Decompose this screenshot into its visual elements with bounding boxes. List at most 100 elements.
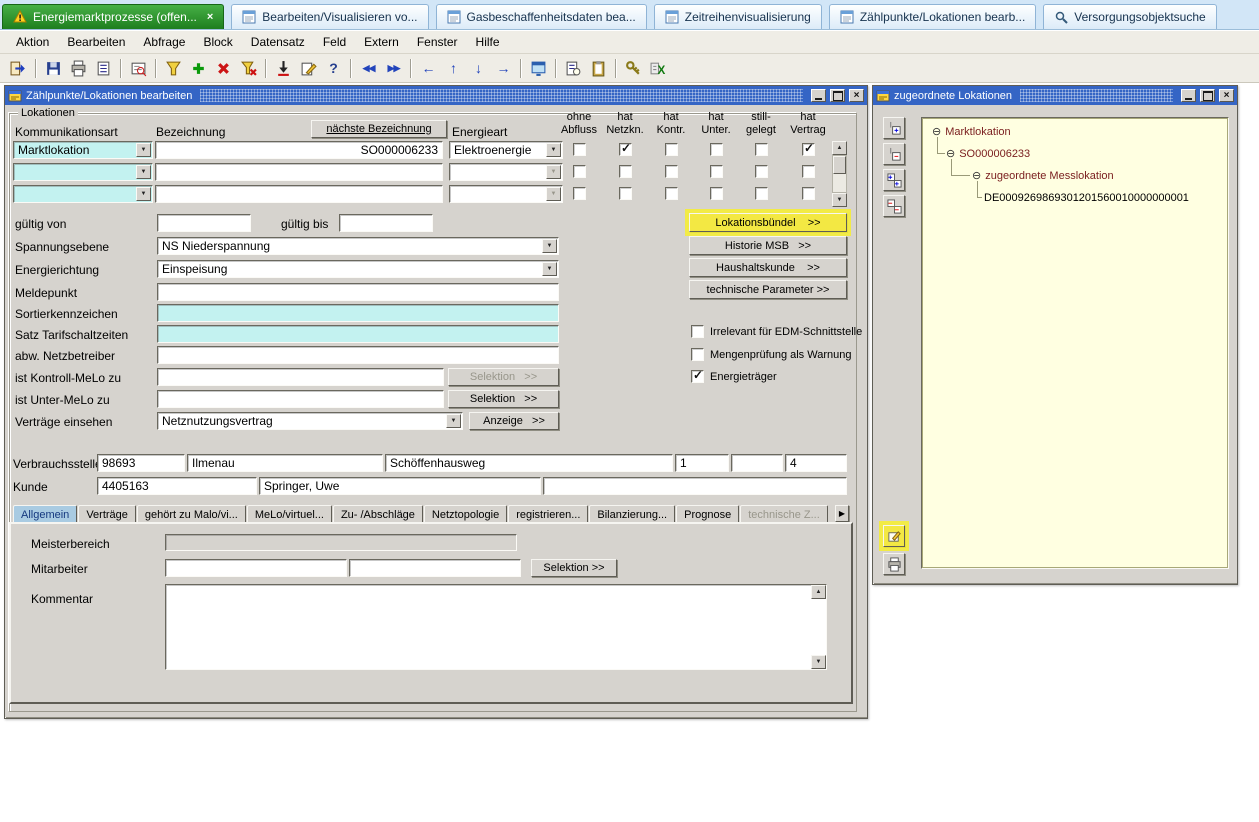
verbrauchsstelle-hausnr2-field[interactable]: 4: [785, 454, 847, 472]
satz-tarifschaltzeiten-field[interactable]: [157, 325, 559, 343]
anzeige-button[interactable]: Anzeige >>: [469, 412, 559, 430]
previous-item-button[interactable]: ←: [416, 57, 441, 80]
kunde-name-field[interactable]: Springer, Uwe: [259, 477, 541, 495]
menu-fenster[interactable]: Fenster: [409, 33, 466, 51]
app-tab-energiemarktprozesse[interactable]: Energiemarktprozesse (offen... ×: [2, 4, 224, 29]
tree-node-marktlokation[interactable]: ⊖Marktlokation: [932, 126, 1011, 138]
verbrauchsstelle-plz-field[interactable]: 98693: [97, 454, 185, 472]
chevron-down-icon[interactable]: ▼: [546, 165, 561, 179]
kommunikationsart-select-row3[interactable]: ▼: [13, 185, 153, 203]
checkbox-mengenpruefung[interactable]: [691, 348, 704, 361]
menu-datensatz[interactable]: Datensatz: [243, 33, 313, 51]
checkbox-hat-netzkn-row2[interactable]: [619, 165, 632, 178]
menu-feld[interactable]: Feld: [315, 33, 354, 51]
energieart-select-row1[interactable]: Elektroenergie▼: [449, 141, 563, 159]
chevron-down-icon[interactable]: ▼: [546, 187, 561, 201]
chevron-down-icon[interactable]: ▼: [136, 187, 151, 201]
meldepunkt-field[interactable]: [157, 283, 559, 301]
excel-export-button[interactable]: X: [646, 57, 671, 80]
scroll-up-button[interactable]: ▲: [832, 141, 847, 155]
kommunikationsart-select-row2[interactable]: ▼: [13, 163, 153, 181]
checkbox-stillgelegt-row1[interactable]: [755, 143, 768, 156]
chevron-down-icon[interactable]: ▼: [136, 165, 151, 179]
tree-node-so000006233[interactable]: ⊖SO000006233: [946, 148, 1030, 160]
print-button[interactable]: [66, 57, 91, 80]
execute-query-button[interactable]: [271, 57, 296, 80]
main-window-titlebar[interactable]: Zählpunkte/Lokationen bearbeiten ×: [5, 86, 867, 105]
historie-msb-button[interactable]: Historie MSB >>: [689, 236, 847, 255]
menu-abfrage[interactable]: Abfrage: [135, 33, 193, 51]
checkbox-stillgelegt-row2[interactable]: [755, 165, 768, 178]
energierichtung-select[interactable]: Einspeisung▼: [157, 260, 559, 278]
checkbox-hat-netzkn-row3[interactable]: [619, 187, 632, 200]
menu-hilfe[interactable]: Hilfe: [468, 33, 508, 51]
mitarbeiter-field-2[interactable]: [349, 559, 521, 577]
close-icon[interactable]: ×: [207, 11, 213, 23]
list-button[interactable]: [91, 57, 116, 80]
mitarbeiter-field-1[interactable]: [165, 559, 347, 577]
node-collapse-icon[interactable]: ⊖: [946, 149, 955, 160]
checkbox-ohne-abfluss-row2[interactable]: [573, 165, 586, 178]
tab-zu-abschlaege[interactable]: Zu- /Abschläge: [333, 505, 423, 523]
checkbox-hat-vertrag-row3[interactable]: [802, 187, 815, 200]
mitarbeiter-selektion-button[interactable]: Selektion >>: [531, 559, 617, 577]
kunde-nummer-field[interactable]: 4405163: [97, 477, 257, 495]
abw-netzbetreiber-field[interactable]: [157, 346, 559, 364]
checkbox-hat-kontr-row2[interactable]: [665, 165, 678, 178]
lokationsbuendel-button[interactable]: Lokationsbündel >>: [689, 213, 847, 232]
expand-branch-button[interactable]: [883, 117, 905, 139]
verbrauchsstelle-strasse-field[interactable]: Schöffenhausweg: [385, 454, 673, 472]
gueltig-von-field[interactable]: [157, 214, 251, 232]
app-tab-bearbeiten-visualisieren[interactable]: Bearbeiten/Visualisieren vo...: [231, 4, 428, 29]
close-button[interactable]: ×: [1219, 89, 1234, 102]
kommentar-scroll-up-button[interactable]: ▲: [811, 585, 826, 599]
scrollbar-thumb[interactable]: [833, 156, 846, 174]
tree-node-messlokation-id[interactable]: DE0009269869301201560010000000001: [984, 192, 1189, 204]
verbrauchsstelle-ort-field[interactable]: Ilmenau: [187, 454, 383, 472]
window-list-button[interactable]: [526, 57, 551, 80]
checkbox-hat-vertrag-row1[interactable]: [802, 143, 815, 156]
cancel-query-button[interactable]: [236, 57, 261, 80]
minimize-button[interactable]: [811, 89, 826, 102]
tab-melo-virtuell[interactable]: MeLo/virtuel...: [247, 505, 332, 523]
bezeichnung-field-row1[interactable]: SO000006233: [155, 141, 443, 159]
down-button[interactable]: ↓: [466, 57, 491, 80]
app-tab-zeitreihenvisualisierung[interactable]: Zeitreihenvisualisierung: [654, 4, 822, 29]
spannungsebene-select[interactable]: NS Niederspannung▼: [157, 237, 559, 255]
verbrauchsstelle-zusatz-field[interactable]: [731, 454, 783, 472]
bezeichnung-field-row3[interactable]: [155, 185, 443, 203]
edit-note-button[interactable]: [883, 525, 905, 547]
find-replace-button[interactable]: [126, 57, 151, 80]
vertraege-einsehen-select[interactable]: Netznutzungsvertrag▼: [157, 412, 463, 430]
verbrauchsstelle-hausnr-field[interactable]: 1: [675, 454, 729, 472]
last-record-button[interactable]: ▶▶: [381, 57, 406, 80]
sortierkennzeichen-field[interactable]: [157, 304, 559, 322]
tab-registrieren[interactable]: registrieren...: [508, 505, 588, 523]
delete-record-button[interactable]: [211, 57, 236, 80]
chevron-down-icon[interactable]: ▼: [546, 143, 561, 157]
chevron-down-icon[interactable]: ▼: [136, 143, 151, 157]
maximize-button[interactable]: [830, 89, 845, 102]
exit-button[interactable]: [6, 57, 31, 80]
up-button[interactable]: ↑: [441, 57, 466, 80]
kommentar-scroll-down-button[interactable]: ▼: [811, 655, 826, 669]
tab-bilanzierung[interactable]: Bilanzierung...: [589, 505, 675, 523]
menu-extern[interactable]: Extern: [356, 33, 407, 51]
ist-kontroll-melo-field[interactable]: [157, 368, 444, 386]
checkbox-ohne-abfluss-row1[interactable]: [573, 143, 586, 156]
energieart-select-row2[interactable]: ▼: [449, 163, 563, 181]
edit-button[interactable]: [296, 57, 321, 80]
print-tree-button[interactable]: [883, 553, 905, 575]
checkbox-stillgelegt-row3[interactable]: [755, 187, 768, 200]
first-record-button[interactable]: ◀◀: [356, 57, 381, 80]
ist-unter-melo-field[interactable]: [157, 390, 444, 408]
checkbox-hat-unter-row1[interactable]: [710, 143, 723, 156]
tab-gehoert-zu-malo[interactable]: gehört zu Malo/vi...: [137, 505, 246, 523]
checkbox-hat-kontr-row1[interactable]: [665, 143, 678, 156]
menu-aktion[interactable]: Aktion: [8, 33, 57, 51]
minimize-button[interactable]: [1181, 89, 1196, 102]
tab-allgemein[interactable]: Allgemein: [13, 505, 77, 523]
list-of-values-button[interactable]: [561, 57, 586, 80]
checkbox-hat-unter-row2[interactable]: [710, 165, 723, 178]
tree-node-zugeordnete-messlokation[interactable]: ⊖zugeordnete Messlokation: [972, 170, 1114, 182]
